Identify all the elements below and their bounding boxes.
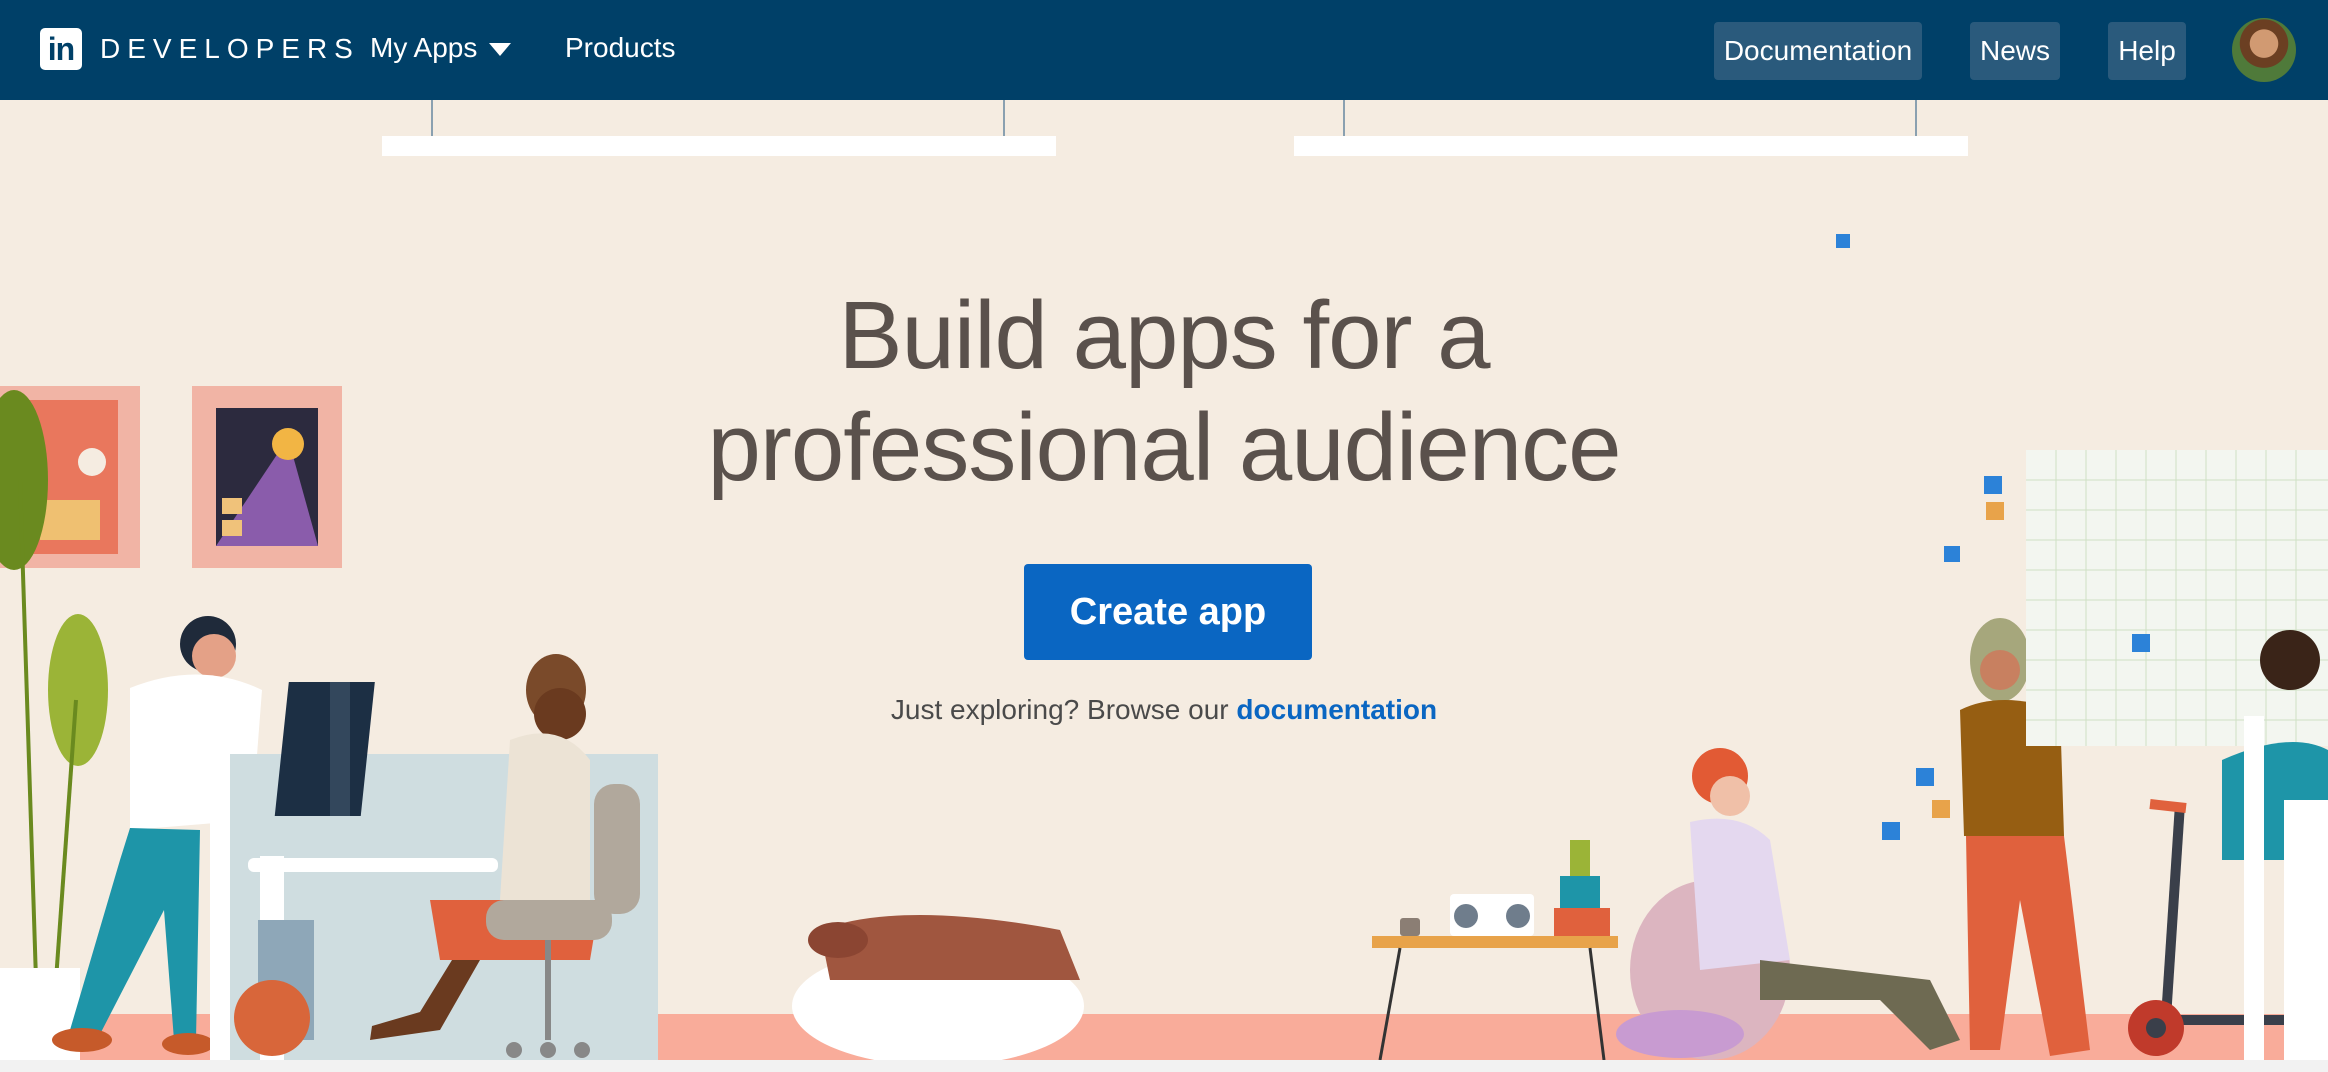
headline-line-1: Build apps for a: [838, 282, 1490, 389]
headline-line-2: professional audience: [707, 394, 1622, 501]
brand-text: DEVELOPERS: [100, 33, 360, 64]
news-button[interactable]: News: [1970, 22, 2060, 80]
my-apps-label: My Apps: [370, 32, 478, 63]
documentation-button[interactable]: Documentation: [1714, 22, 1922, 80]
create-app-button[interactable]: Create app: [1024, 564, 1312, 660]
linkedin-logo-icon: in: [40, 28, 82, 70]
documentation-link[interactable]: documentation: [1236, 694, 1437, 725]
whiteboard: [1984, 450, 2328, 746]
brand[interactable]: in DEVELOPERS: [40, 28, 360, 70]
footer-strip: [0, 1060, 2328, 1072]
ceiling-lamps: [382, 100, 1968, 156]
hero-headline: Build apps for a professional audience: [564, 280, 1764, 504]
explore-prefix: Just exploring? Browse our: [890, 694, 1229, 725]
dog-on-cushion: [792, 915, 1084, 1060]
help-button[interactable]: Help: [2108, 22, 2186, 80]
desk-programmer: [210, 654, 658, 1060]
wall-art: [0, 386, 342, 568]
products-link[interactable]: Products: [565, 32, 676, 64]
user-avatar[interactable]: [2232, 18, 2296, 82]
top-nav: in DEVELOPERS My Apps Products Documenta…: [0, 0, 2328, 100]
my-apps-menu[interactable]: My Apps: [370, 32, 512, 64]
caret-down-icon: [489, 43, 512, 57]
explore-text: Just exploring? Browse our documentation: [764, 694, 1564, 726]
